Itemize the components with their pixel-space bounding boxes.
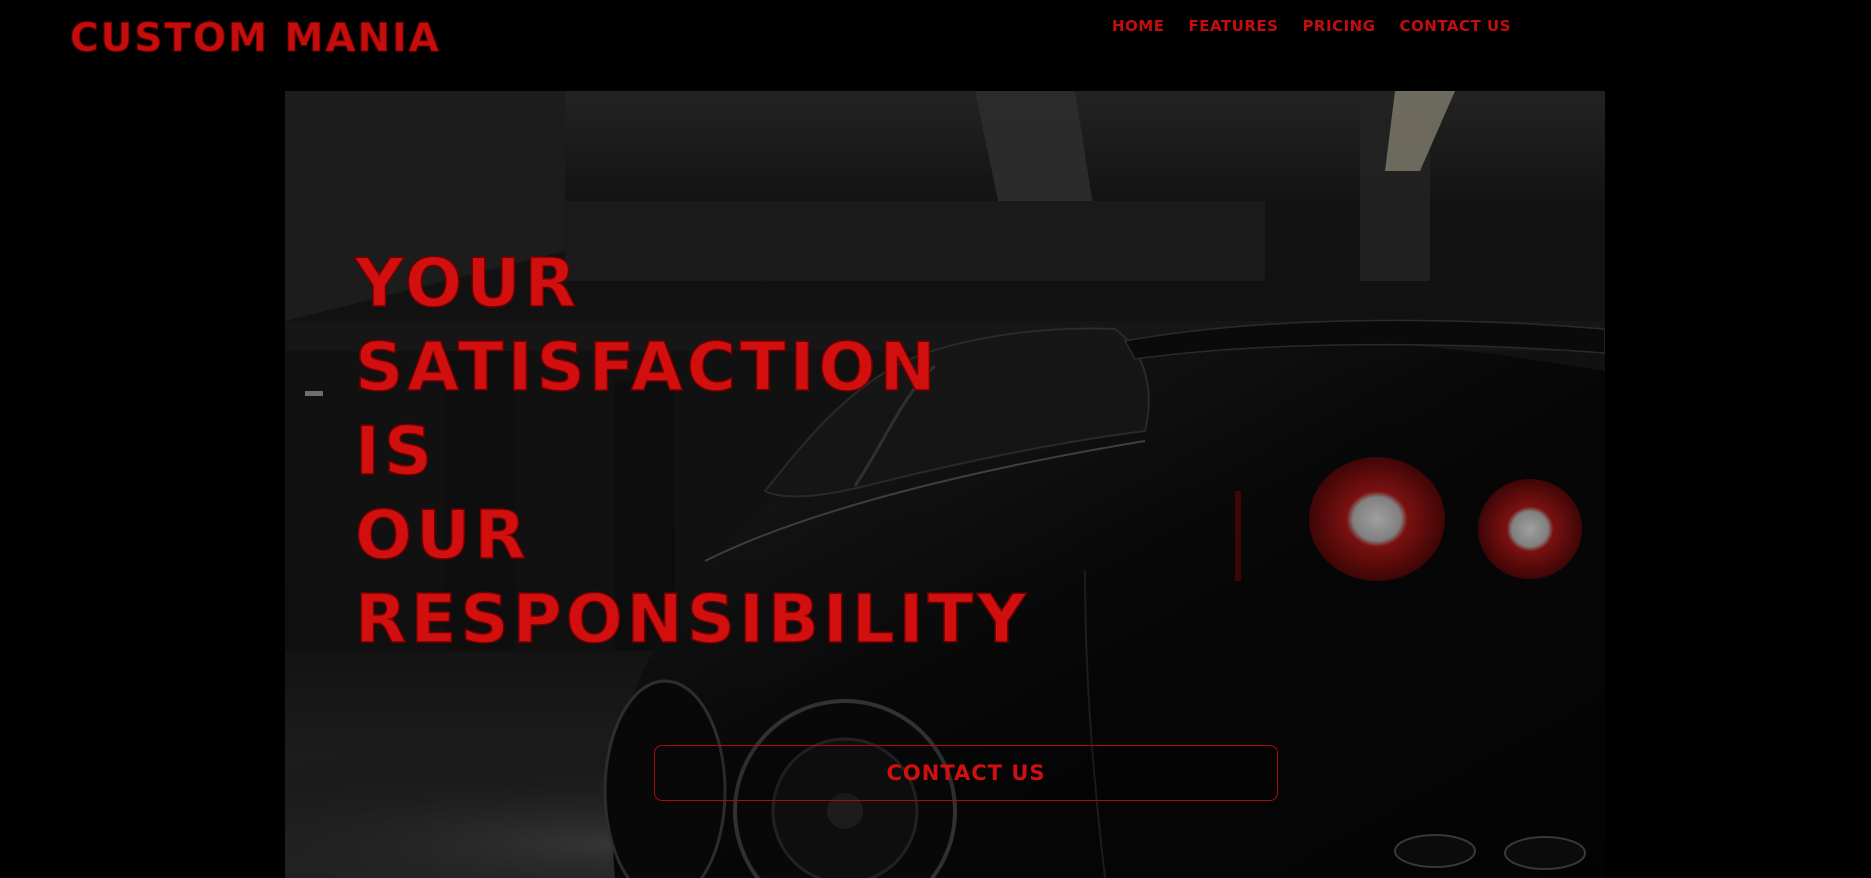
- hero-headline-line: YOUR: [354, 243, 581, 323]
- brand-logo[interactable]: CUSTOM MANIA: [70, 14, 441, 64]
- contact-us-button[interactable]: CONTACT US: [654, 745, 1278, 801]
- nav-link-features[interactable]: FEATURES: [1188, 17, 1278, 35]
- nav-link-home[interactable]: HOME: [1112, 17, 1164, 35]
- nav-link-pricing[interactable]: PRICING: [1302, 17, 1375, 35]
- hero-headline-line: SATISFACTION: [354, 327, 940, 407]
- main-nav: HOME FEATURES PRICING CONTACT US: [1112, 14, 1511, 38]
- hero-headline-line: IS: [354, 411, 437, 491]
- hero-headline-line: RESPONSIBILITY: [354, 579, 1030, 659]
- nav-link-contact-us[interactable]: CONTACT US: [1400, 17, 1511, 35]
- hero-headline-line: OUR: [354, 495, 530, 575]
- hero-section: YOUR SATISFACTION IS OUR RESPONSIBILITY …: [285, 91, 1605, 878]
- hero-headline: YOUR SATISFACTION IS OUR RESPONSIBILITY: [354, 241, 1030, 661]
